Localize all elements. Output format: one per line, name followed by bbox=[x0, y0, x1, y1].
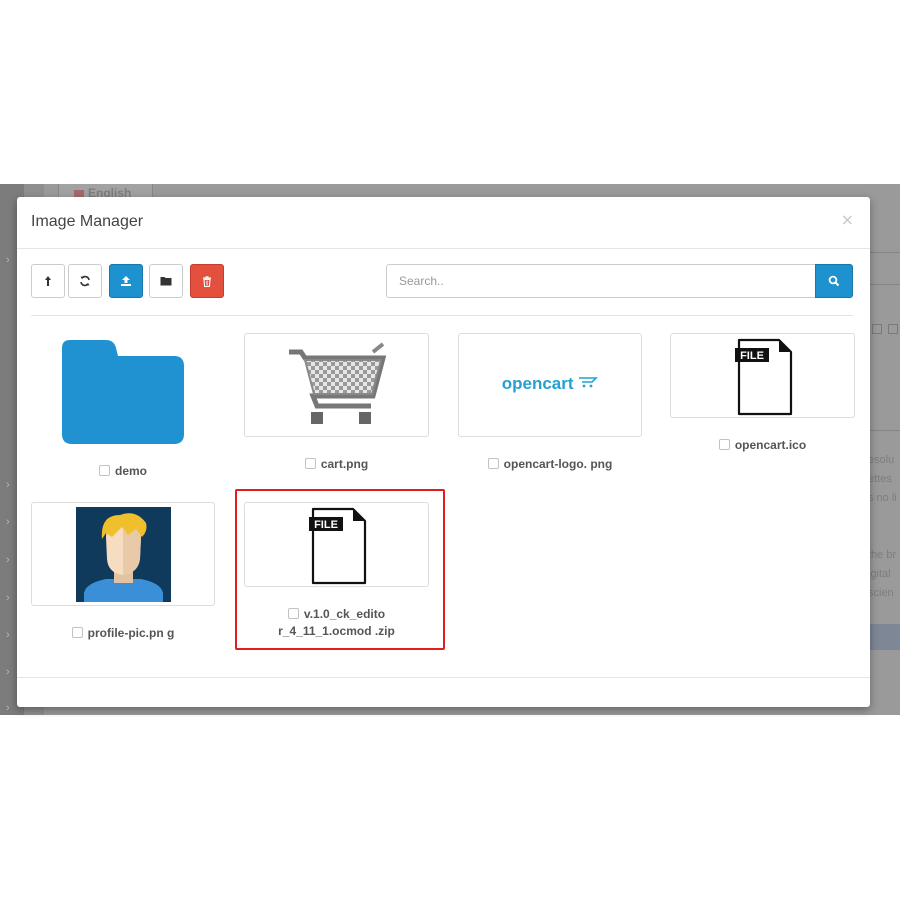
search-button[interactable] bbox=[815, 264, 853, 298]
opencart-logo: opencart bbox=[459, 374, 641, 394]
background-bar bbox=[870, 624, 900, 650]
background-divider bbox=[870, 430, 900, 431]
folder-icon[interactable] bbox=[62, 340, 184, 444]
file-icon: FILE bbox=[735, 338, 793, 416]
item-checkbox[interactable] bbox=[304, 458, 316, 469]
cart-icon bbox=[579, 377, 599, 388]
logo-text: opencart bbox=[501, 374, 574, 393]
background-text: ettes bbox=[868, 473, 892, 485]
search-icon bbox=[828, 275, 840, 287]
chevron-right-icon: › bbox=[6, 479, 10, 491]
level-up-icon bbox=[45, 276, 51, 286]
image-thumbnail[interactable]: opencart bbox=[458, 333, 642, 437]
cart-icon bbox=[289, 342, 387, 424]
background-text: s no li bbox=[868, 492, 897, 504]
upload-button[interactable] bbox=[109, 264, 143, 298]
new-folder-button[interactable] bbox=[149, 264, 183, 298]
background-text: esolu bbox=[868, 454, 895, 466]
item-checkbox[interactable] bbox=[71, 627, 83, 638]
folder-icon bbox=[160, 277, 172, 286]
parent-folder-button[interactable] bbox=[31, 264, 65, 298]
background-divider bbox=[870, 284, 900, 285]
close-icon[interactable]: × bbox=[841, 210, 854, 229]
chevron-right-icon: › bbox=[6, 629, 10, 641]
background-text: scien bbox=[868, 587, 894, 599]
item-label: profile-pic.pn g bbox=[87, 626, 175, 640]
item-label: demo bbox=[114, 464, 147, 478]
image-icon bbox=[888, 324, 898, 334]
item-label: opencart-logo. png bbox=[503, 457, 613, 471]
file-badge: FILE bbox=[740, 350, 764, 362]
chevron-right-icon: › bbox=[6, 592, 10, 604]
image-thumbnail[interactable] bbox=[244, 333, 429, 437]
upload-icon bbox=[121, 276, 131, 286]
background-text: igital bbox=[868, 568, 891, 580]
chevron-right-icon: › bbox=[6, 516, 10, 528]
chevron-right-icon: › bbox=[6, 254, 10, 266]
item-checkbox[interactable] bbox=[487, 458, 499, 469]
background-divider bbox=[870, 252, 900, 253]
modal-footer bbox=[17, 677, 870, 678]
item-label: opencart.ico bbox=[734, 438, 807, 452]
image-thumbnail[interactable] bbox=[31, 502, 215, 606]
trash-icon bbox=[203, 275, 211, 287]
selection-highlight bbox=[235, 489, 445, 650]
chevron-right-icon: › bbox=[6, 554, 10, 566]
modal-title: Image Manager bbox=[31, 213, 144, 230]
toolbar-divider bbox=[31, 315, 853, 316]
refresh-button[interactable] bbox=[68, 264, 102, 298]
refresh-icon bbox=[80, 275, 90, 287]
editor-icon bbox=[872, 324, 882, 334]
item-checkbox[interactable] bbox=[718, 439, 730, 450]
file-thumbnail[interactable]: FILE bbox=[670, 333, 855, 418]
item-label: cart.png bbox=[320, 457, 369, 471]
delete-button[interactable] bbox=[190, 264, 224, 298]
search-input[interactable] bbox=[386, 264, 816, 298]
background-text: the br bbox=[868, 549, 897, 561]
item-checkbox[interactable] bbox=[98, 465, 110, 476]
chevron-right-icon: › bbox=[6, 702, 10, 714]
chevron-right-icon: › bbox=[6, 666, 10, 678]
avatar bbox=[76, 507, 171, 602]
modal-header: Image Manager × bbox=[17, 197, 870, 249]
